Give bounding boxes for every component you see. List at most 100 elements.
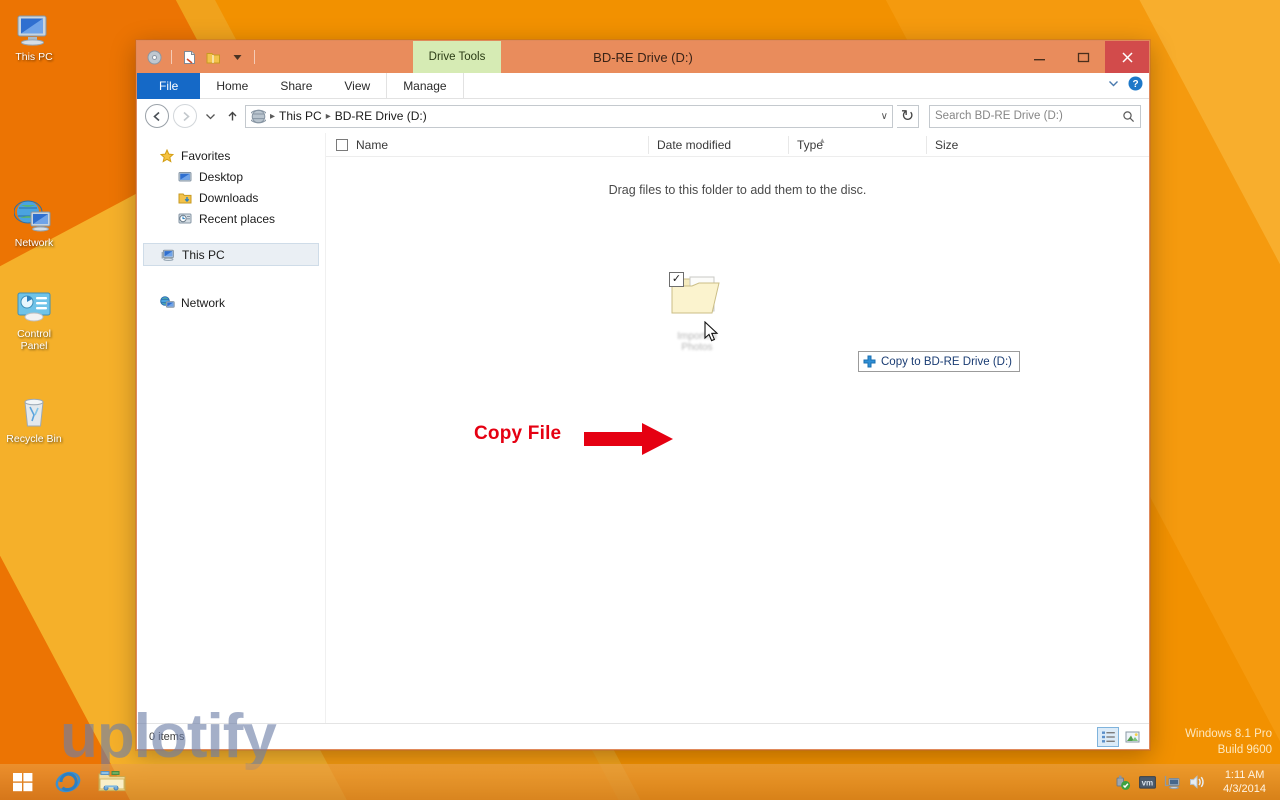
minimize-button[interactable] — [1017, 41, 1061, 73]
tab-share[interactable]: Share — [264, 73, 328, 99]
control-panel-icon — [12, 287, 56, 327]
navigation-pane: Favorites Desktop Downloads Recent place… — [137, 133, 325, 723]
close-button[interactable] — [1105, 41, 1149, 73]
recent-places-icon — [177, 211, 193, 227]
recycle-bin-icon — [12, 392, 56, 432]
breadcrumb-item-this-pc[interactable]: This PC — [279, 109, 322, 123]
safely-remove-hardware-icon[interactable] — [1113, 773, 1131, 791]
mouse-cursor-icon — [704, 320, 719, 348]
star-icon — [159, 148, 175, 164]
tab-view[interactable]: View — [328, 73, 386, 99]
desktop-icon-label: This PC — [15, 51, 53, 63]
computer-small-icon — [251, 109, 266, 123]
column-header-type[interactable]: Type — [788, 135, 926, 154]
ribbon-right-controls: ? — [1107, 73, 1143, 99]
annotation-copy-file-label: Copy File — [474, 423, 562, 444]
sidebar-item-recent-places[interactable]: Recent places — [137, 208, 325, 229]
breadcrumb[interactable]: ▸ This PC ▸ BD-RE Drive (D:) ∨ — [245, 104, 893, 128]
tab-drive-tools[interactable]: Drive Tools — [413, 41, 501, 73]
volume-icon[interactable] — [1188, 773, 1206, 791]
properties-icon[interactable] — [178, 46, 200, 68]
start-button[interactable] — [0, 764, 46, 800]
search-box[interactable] — [929, 104, 1141, 128]
refresh-button[interactable]: ↻ — [897, 104, 919, 128]
large-icons-view-button[interactable] — [1121, 727, 1143, 747]
taskbar: vm 1:11 AM 4/3/2014 — [0, 764, 1280, 800]
desktop: This PC Network Control Panel Recycle Bi… — [0, 0, 1280, 800]
dragged-folder-item[interactable]: ✓ Imported Photos Copy to BD-RE Drive (D… — [666, 272, 1020, 372]
network-tray-icon[interactable] — [1163, 773, 1181, 791]
sidebar-item-downloads[interactable]: Downloads — [137, 187, 325, 208]
sidebar-item-network[interactable]: Network — [137, 292, 325, 313]
drop-tooltip-label: Copy to BD-RE Drive (D:) — [881, 355, 1012, 368]
breadcrumb-dropdown-caret[interactable]: ∨ — [881, 111, 888, 122]
tab-manage[interactable]: Manage — [386, 73, 464, 99]
back-button[interactable] — [145, 104, 169, 128]
select-all-checkbox[interactable] — [326, 136, 350, 154]
breadcrumb-separator: ▸ — [325, 110, 331, 122]
search-icon — [1123, 110, 1135, 122]
sidebar-item-label: Recent places — [199, 211, 276, 226]
address-bar-row: ▸ This PC ▸ BD-RE Drive (D:) ∨ ↻ — [137, 99, 1149, 133]
up-button[interactable] — [223, 104, 241, 128]
view-toggle-group — [1097, 726, 1143, 747]
column-header-name[interactable]: Name — [350, 136, 648, 154]
sidebar-item-favorites[interactable]: Favorites — [137, 145, 325, 166]
clock-date: 4/3/2014 — [1223, 783, 1266, 795]
sidebar-item-label: Favorites — [181, 148, 231, 163]
windows-version-line2: Build 9600 — [1217, 744, 1272, 756]
desktop-icon-this-pc[interactable]: This PC — [0, 10, 68, 64]
details-view-button[interactable] — [1097, 726, 1119, 747]
desktop-icon — [177, 169, 193, 185]
tab-file[interactable]: File — [137, 73, 201, 99]
computer-icon — [12, 10, 56, 50]
desktop-icon-recycle-bin[interactable]: Recycle Bin — [0, 392, 68, 446]
svg-text:vm: vm — [1141, 778, 1153, 787]
control-panel-label-line1: Control — [17, 328, 51, 340]
file-explorer-window: BD-RE Drive (D:) Drive Tools File Home S… — [136, 40, 1150, 750]
sidebar-item-desktop[interactable]: Desktop — [137, 166, 325, 187]
sidebar-item-this-pc[interactable]: This PC — [143, 243, 319, 266]
network-icon — [12, 196, 56, 236]
drive-icon[interactable] — [143, 46, 165, 68]
item-checkbox[interactable]: ✓ — [669, 272, 684, 287]
status-item-count: 0 items — [149, 730, 185, 743]
column-header-date-modified[interactable]: Date modified — [648, 135, 788, 154]
desktop-icon-network[interactable]: Network — [0, 196, 68, 250]
breadcrumb-item-bd-re-drive[interactable]: BD-RE Drive (D:) — [335, 109, 427, 123]
maximize-button[interactable] — [1061, 41, 1105, 73]
arrow-right-icon — [584, 421, 674, 462]
search-input[interactable] — [935, 110, 1122, 122]
customize-qat-icon[interactable] — [226, 46, 248, 68]
window-title: BD-RE Drive (D:) — [593, 49, 693, 65]
breadcrumb-separator: ▸ — [270, 110, 276, 122]
desktop-icon-label: Network — [14, 236, 54, 249]
window-body: Favorites Desktop Downloads Recent place… — [137, 133, 1149, 723]
recent-locations-button[interactable] — [201, 104, 219, 128]
toolbar-separator — [254, 50, 255, 64]
new-folder-icon[interactable] — [202, 46, 224, 68]
status-bar: 0 items — [137, 723, 1149, 749]
empty-folder-message: Drag files to this folder to add them to… — [608, 183, 867, 197]
desktop-icon-list: This PC Network Control Panel Recycle Bi… — [0, 4, 70, 468]
chevron-down-icon[interactable] — [1107, 77, 1120, 95]
internet-explorer-icon[interactable] — [46, 764, 90, 800]
ribbon-tab-bar: File Home Share View Manage ? — [137, 73, 1149, 99]
window-controls — [1017, 41, 1149, 73]
windows-version-watermark: Windows 8.1 Pro Build 9600 — [1185, 726, 1272, 758]
svg-text:?: ? — [1132, 79, 1138, 90]
column-headers: Name Date modified Type Size ▴ — [326, 133, 1149, 157]
system-tray: vm 1:11 AM 4/3/2014 — [1113, 768, 1280, 796]
help-icon[interactable]: ? — [1128, 76, 1143, 96]
window-title-bar: BD-RE Drive (D:) Drive Tools — [137, 41, 1149, 73]
column-header-size[interactable]: Size — [926, 135, 1022, 154]
file-explorer-icon[interactable] — [90, 764, 134, 800]
forward-button[interactable] — [173, 104, 197, 128]
sort-indicator-icon: ▴ — [820, 135, 825, 145]
desktop-icon-control-panel[interactable]: Control Panel — [0, 287, 68, 352]
vm-tools-icon[interactable]: vm — [1138, 773, 1156, 791]
sidebar-item-label: Desktop — [199, 169, 244, 184]
tab-home[interactable]: Home — [200, 73, 264, 99]
desktop-icon-label: Recycle Bin — [6, 433, 62, 445]
taskbar-clock[interactable]: 1:11 AM 4/3/2014 — [1213, 768, 1272, 796]
